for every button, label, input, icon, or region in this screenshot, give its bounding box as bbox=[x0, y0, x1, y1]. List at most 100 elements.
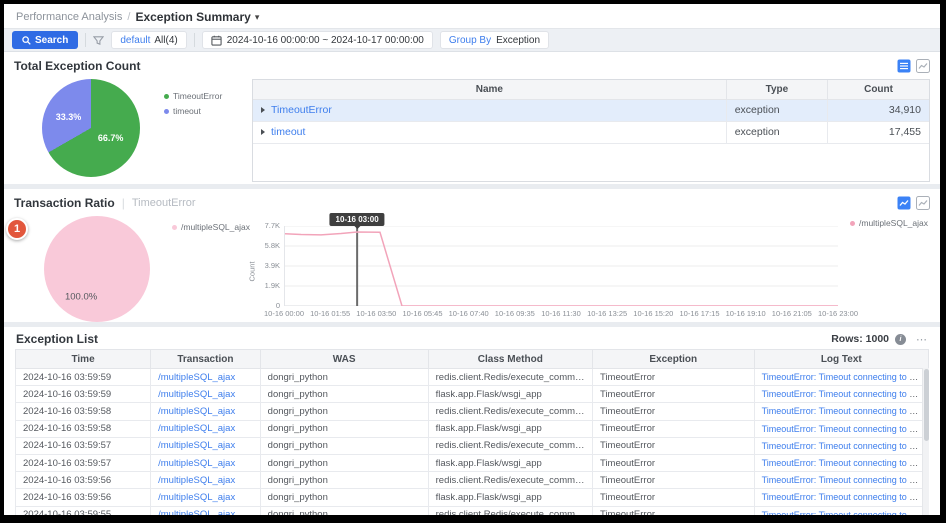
column-header[interactable]: Name bbox=[253, 80, 726, 99]
transaction-ratio-pie-chart: 100.0% bbox=[14, 212, 172, 322]
log-text-link[interactable]: TimeoutError: Timeout connecting to serv… bbox=[762, 424, 929, 434]
agent-filter-selector[interactable]: default All(4) bbox=[111, 31, 186, 49]
toolbar-separator bbox=[85, 33, 86, 47]
y-axis-ticks: 7.7K5.8K3.9K1.9K0 bbox=[258, 222, 284, 310]
x-tick-label: 10-16 03:50 bbox=[356, 309, 396, 318]
column-header[interactable]: Count bbox=[828, 80, 929, 99]
legend-dot-icon bbox=[172, 225, 177, 230]
legend-item[interactable]: /multipleSQL_ajax bbox=[850, 218, 928, 228]
title-divider: | bbox=[122, 196, 125, 210]
transaction-link[interactable]: /multipleSQL_ajax bbox=[158, 440, 235, 451]
table-row[interactable]: 2024-10-16 03:59:56/multipleSQL_ajaxdong… bbox=[16, 472, 929, 489]
class-method-cell: redis.client.Redis/execute_command bbox=[428, 403, 592, 420]
pie-chart[interactable]: 33.3% 66.7% bbox=[42, 79, 140, 177]
pie-chart[interactable]: 100.0% bbox=[44, 216, 150, 322]
log-text-link[interactable]: TimeoutError: Timeout connecting to serv… bbox=[762, 458, 929, 468]
table-row[interactable]: 2024-10-16 03:59:59/multipleSQL_ajaxdong… bbox=[16, 369, 929, 386]
column-header[interactable]: Time bbox=[16, 350, 151, 369]
table-row[interactable]: TimeoutErrorexception34,910 bbox=[253, 99, 929, 121]
log-text-link[interactable]: TimeoutError: Timeout connecting to serv… bbox=[762, 510, 929, 515]
table-row[interactable]: timeoutexception17,455 bbox=[253, 121, 929, 143]
transaction-link[interactable]: /multipleSQL_ajax bbox=[158, 509, 235, 515]
log-text-link[interactable]: TimeoutError: Timeout connecting to serv… bbox=[762, 492, 929, 502]
series-line bbox=[285, 232, 838, 306]
transaction-ratio-subtitle: TimeoutError bbox=[132, 197, 196, 209]
y-tick-label: 1.9K bbox=[258, 282, 280, 290]
column-header[interactable]: WAS bbox=[260, 350, 428, 369]
count-cell: 34,910 bbox=[828, 99, 929, 121]
transaction-link[interactable]: /multipleSQL_ajax bbox=[158, 372, 235, 383]
transaction-ratio-panel: Transaction Ratio | TimeoutError 1 100.0… bbox=[4, 189, 940, 322]
info-icon[interactable]: i bbox=[895, 334, 906, 345]
date-range-picker[interactable]: 2024-10-16 00:00:00 ~ 2024-10-17 00:00:0… bbox=[202, 31, 433, 49]
exception-list-table: TimeTransactionWASClass MethodExceptionL… bbox=[15, 349, 929, 515]
breadcrumb-divider: / bbox=[127, 11, 130, 23]
exception-name-link[interactable]: TimeoutError bbox=[271, 104, 332, 116]
line-chart-plot[interactable]: 10-16 03:00 bbox=[284, 226, 838, 306]
log-text-link[interactable]: TimeoutError: Timeout connecting to serv… bbox=[762, 389, 929, 399]
log-text-link[interactable]: TimeoutError: Timeout connecting to serv… bbox=[762, 372, 929, 382]
time-cell: 2024-10-16 03:59:59 bbox=[16, 386, 151, 403]
transaction-link[interactable]: /multipleSQL_ajax bbox=[158, 406, 235, 417]
chart-view-icon-active[interactable] bbox=[896, 195, 911, 210]
legend-item[interactable]: TimeoutError bbox=[164, 91, 252, 101]
table-row[interactable]: 2024-10-16 03:59:59/multipleSQL_ajaxdong… bbox=[16, 386, 929, 403]
transaction-ratio-title: Transaction Ratio bbox=[14, 196, 115, 210]
column-header[interactable]: Type bbox=[726, 80, 827, 99]
caret-down-icon[interactable]: ▾ bbox=[255, 12, 260, 23]
x-tick-label: 10-16 17:15 bbox=[679, 309, 719, 318]
class-method-cell: flask.app.Flask/wsgi_app bbox=[428, 420, 592, 437]
total-exception-title: Total Exception Count bbox=[14, 59, 140, 73]
y-axis-label: Count bbox=[248, 261, 257, 281]
exception-name-link[interactable]: timeout bbox=[271, 126, 305, 138]
group-by-selector[interactable]: Group By Exception bbox=[440, 31, 549, 49]
legend-item[interactable]: /multipleSQL_ajax bbox=[172, 222, 246, 232]
exception-list-panel: Exception List Rows: 1000 i ⋯ TimeTransa… bbox=[4, 327, 940, 515]
chart-view-icon[interactable] bbox=[915, 195, 930, 210]
transaction-ratio-line-chart: Count 7.7K5.8K3.9K1.9K0 10-16 03:00 10-1… bbox=[246, 220, 930, 322]
transaction-link[interactable]: /multipleSQL_ajax bbox=[158, 458, 235, 469]
table-view-icon[interactable] bbox=[896, 58, 911, 73]
column-header[interactable]: Log Text bbox=[754, 350, 928, 369]
table-row[interactable]: 2024-10-16 03:59:57/multipleSQL_ajaxdong… bbox=[16, 437, 929, 454]
transaction-link[interactable]: /multipleSQL_ajax bbox=[158, 492, 235, 503]
vertical-scrollbar[interactable] bbox=[922, 368, 929, 515]
table-row[interactable]: 2024-10-16 03:59:58/multipleSQL_ajaxdong… bbox=[16, 403, 929, 420]
scrollbar-thumb[interactable] bbox=[924, 369, 929, 441]
total-exception-table: NameTypeCountTimeoutErrorexception34,910… bbox=[253, 80, 929, 144]
x-tick-label: 10-16 13:25 bbox=[587, 309, 627, 318]
class-method-cell: redis.client.Redis/execute_command bbox=[428, 472, 592, 489]
expand-triangle-icon[interactable] bbox=[261, 107, 265, 113]
column-header[interactable]: Transaction bbox=[151, 350, 261, 369]
table-row[interactable]: 2024-10-16 03:59:56/multipleSQL_ajaxdong… bbox=[16, 489, 929, 506]
filter-icon[interactable] bbox=[93, 35, 104, 46]
column-header[interactable]: Exception bbox=[592, 350, 754, 369]
more-menu-icon[interactable]: ⋯ bbox=[916, 333, 928, 346]
name-cell: timeout bbox=[253, 121, 726, 143]
x-tick-label: 10-16 01:55 bbox=[310, 309, 350, 318]
transaction-link[interactable]: /multipleSQL_ajax bbox=[158, 389, 235, 400]
log-text-link[interactable]: TimeoutError: Timeout connecting to serv… bbox=[762, 441, 929, 451]
exception-cell: TimeoutError bbox=[592, 420, 754, 437]
column-header[interactable]: Class Method bbox=[428, 350, 592, 369]
toolbar-separator bbox=[194, 33, 195, 47]
table-row[interactable]: 2024-10-16 03:59:57/multipleSQL_ajaxdong… bbox=[16, 454, 929, 471]
log-text-link[interactable]: TimeoutError: Timeout connecting to serv… bbox=[762, 475, 929, 485]
chart-view-icon[interactable] bbox=[915, 58, 930, 73]
transaction-cell: /multipleSQL_ajax bbox=[151, 472, 261, 489]
annotation-badge-1[interactable]: 1 bbox=[6, 218, 28, 240]
class-method-cell: flask.app.Flask/wsgi_app bbox=[428, 454, 592, 471]
legend-item[interactable]: timeout bbox=[164, 106, 252, 116]
transaction-cell: /multipleSQL_ajax bbox=[151, 437, 261, 454]
table-row[interactable]: 2024-10-16 03:59:58/multipleSQL_ajaxdong… bbox=[16, 420, 929, 437]
transaction-link[interactable]: /multipleSQL_ajax bbox=[158, 475, 235, 486]
search-button[interactable]: Search bbox=[12, 31, 78, 49]
exception-cell: TimeoutError bbox=[592, 437, 754, 454]
breadcrumb-section[interactable]: Performance Analysis bbox=[16, 11, 122, 23]
expand-triangle-icon[interactable] bbox=[261, 129, 265, 135]
log-text-link[interactable]: TimeoutError: Timeout connecting to serv… bbox=[762, 406, 929, 416]
was-cell: dongri_python bbox=[260, 420, 428, 437]
transaction-link[interactable]: /multipleSQL_ajax bbox=[158, 423, 235, 434]
table-row[interactable]: 2024-10-16 03:59:55/multipleSQL_ajaxdong… bbox=[16, 506, 929, 515]
exception-cell: TimeoutError bbox=[592, 403, 754, 420]
